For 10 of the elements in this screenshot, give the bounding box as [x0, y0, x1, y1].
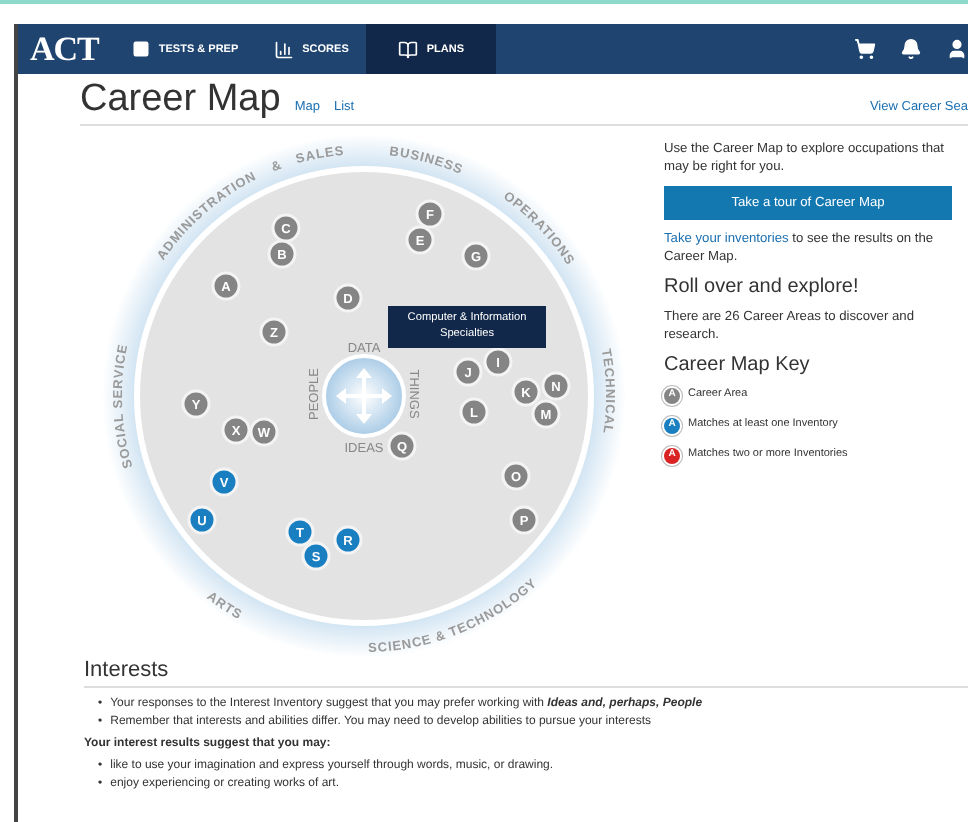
cart-icon[interactable]	[854, 38, 876, 60]
logo[interactable]: ACT	[18, 24, 115, 74]
user-icon[interactable]	[946, 38, 968, 60]
interests-heading: Interests	[84, 658, 968, 688]
bell-icon[interactable]	[900, 38, 922, 60]
page-title: Career Map	[80, 78, 281, 122]
section-heading: Roll over and explore!	[664, 276, 861, 300]
key-heading: Career Map Key	[664, 354, 812, 378]
bar-chart-icon	[274, 39, 295, 59]
book-icon	[398, 39, 419, 59]
